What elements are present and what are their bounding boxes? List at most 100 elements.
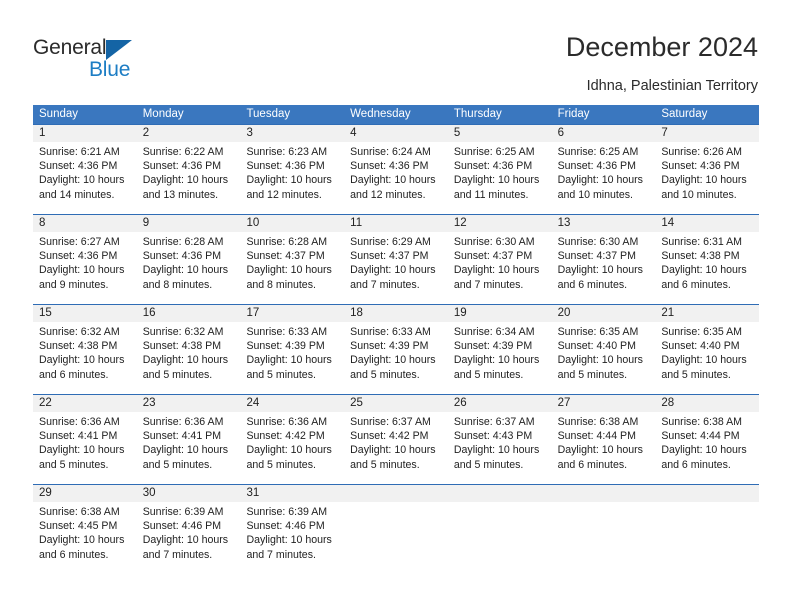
day-details: Sunrise: 6:36 AM Sunset: 4:41 PM Dayligh… (33, 412, 137, 484)
day-details: Sunrise: 6:37 AM Sunset: 4:43 PM Dayligh… (448, 412, 552, 484)
day-cell[interactable]: 28 Sunrise: 6:38 AM Sunset: 4:44 PM Dayl… (655, 394, 760, 484)
daylight-text-line2: and 9 minutes. (39, 278, 109, 291)
day-details: Sunrise: 6:21 AM Sunset: 4:36 PM Dayligh… (33, 142, 137, 214)
day-cell[interactable]: 19 Sunrise: 6:34 AM Sunset: 4:39 PM Dayl… (447, 304, 552, 394)
day-cell[interactable]: 15 Sunrise: 6:32 AM Sunset: 4:38 PM Dayl… (33, 304, 137, 394)
daylight-text-line2: and 12 minutes. (246, 188, 322, 201)
day-cell[interactable]: 9 Sunrise: 6:28 AM Sunset: 4:36 PM Dayli… (136, 214, 241, 304)
weekday-monday: Monday (142, 108, 184, 120)
day-details (655, 502, 759, 574)
sunset-text: Sunset: 4:43 PM (453, 430, 533, 443)
day-cell[interactable]: 21 Sunrise: 6:35 AM Sunset: 4:40 PM Dayl… (655, 304, 760, 394)
day-cell[interactable]: 22 Sunrise: 6:36 AM Sunset: 4:41 PM Dayl… (33, 394, 137, 484)
day-cell[interactable]: 29 Sunrise: 6:38 AM Sunset: 4:45 PM Dayl… (33, 484, 137, 574)
daylight-text-line2: and 5 minutes. (246, 368, 316, 381)
day-cell[interactable]: 31 Sunrise: 6:39 AM Sunset: 4:46 PM Dayl… (240, 484, 345, 574)
day-details: Sunrise: 6:34 AM Sunset: 4:39 PM Dayligh… (448, 322, 552, 394)
daylight-text-line2: and 6 minutes. (557, 278, 628, 291)
daylight-text-line2: and 5 minutes. (39, 458, 109, 471)
sunset-text: Sunset: 4:36 PM (661, 160, 740, 173)
sunset-text: Sunset: 4:40 PM (661, 340, 740, 353)
daylight-text-line1: Daylight: 10 hours (39, 264, 125, 277)
day-cell[interactable]: 14 Sunrise: 6:31 AM Sunset: 4:38 PM Dayl… (655, 214, 760, 304)
sunrise-text: Sunrise: 6:25 AM (453, 146, 535, 158)
calendar-page: General Blue December 2024 Idhna, Palest… (0, 0, 792, 612)
daylight-text-line1: Daylight: 10 hours (557, 354, 643, 367)
sunset-text: Sunset: 4:36 PM (246, 160, 325, 173)
day-number: 24 (240, 395, 345, 412)
daylight-text-line2: and 13 minutes. (142, 188, 219, 201)
day-cell[interactable]: 13 Sunrise: 6:30 AM Sunset: 4:37 PM Dayl… (551, 214, 656, 304)
sunset-text: Sunset: 4:41 PM (142, 430, 222, 443)
sunset-text: Sunset: 4:38 PM (661, 250, 740, 263)
day-cell[interactable]: 8 Sunrise: 6:27 AM Sunset: 4:36 PM Dayli… (33, 214, 137, 304)
day-details: Sunrise: 6:28 AM Sunset: 4:37 PM Dayligh… (240, 232, 344, 304)
sunset-text: Sunset: 4:36 PM (557, 160, 636, 173)
sunset-text: Sunset: 4:46 PM (142, 520, 222, 533)
day-number: 15 (33, 305, 137, 322)
sunrise-text: Sunrise: 6:35 AM (661, 326, 742, 338)
daylight-text-line1: Daylight: 10 hours (350, 354, 436, 367)
calendar-grid: Sunday Monday Tuesday Wednesday Thursday… (33, 105, 760, 574)
day-details: Sunrise: 6:25 AM Sunset: 4:36 PM Dayligh… (552, 142, 656, 214)
daylight-text-line1: Daylight: 10 hours (39, 354, 125, 367)
day-cell[interactable]: 27 Sunrise: 6:38 AM Sunset: 4:44 PM Dayl… (551, 394, 656, 484)
sunrise-text: Sunrise: 6:38 AM (557, 416, 639, 428)
daylight-text-line1: Daylight: 10 hours (142, 534, 229, 547)
day-cell[interactable]: 23 Sunrise: 6:36 AM Sunset: 4:41 PM Dayl… (136, 394, 241, 484)
day-number: 9 (136, 215, 241, 232)
day-number: 7 (655, 125, 760, 142)
daylight-text-line1: Daylight: 10 hours (661, 264, 747, 277)
daylight-text-line1: Daylight: 10 hours (453, 354, 540, 367)
sunset-text: Sunset: 4:45 PM (39, 520, 118, 533)
day-cell[interactable]: 26 Sunrise: 6:37 AM Sunset: 4:43 PM Dayl… (447, 394, 552, 484)
sunset-text: Sunset: 4:37 PM (350, 250, 429, 263)
daylight-text-line1: Daylight: 10 hours (39, 174, 125, 187)
day-details: Sunrise: 6:23 AM Sunset: 4:36 PM Dayligh… (240, 142, 344, 214)
day-number: 4 (344, 125, 448, 142)
day-details (448, 502, 552, 574)
day-cell[interactable]: 6 Sunrise: 6:25 AM Sunset: 4:36 PM Dayli… (551, 124, 656, 214)
day-cell[interactable]: 20 Sunrise: 6:35 AM Sunset: 4:40 PM Dayl… (551, 304, 656, 394)
day-cell[interactable]: 18 Sunrise: 6:33 AM Sunset: 4:39 PM Dayl… (344, 304, 448, 394)
daylight-text-line1: Daylight: 10 hours (142, 444, 229, 457)
day-details: Sunrise: 6:33 AM Sunset: 4:39 PM Dayligh… (240, 322, 344, 394)
day-cell[interactable]: 24 Sunrise: 6:36 AM Sunset: 4:42 PM Dayl… (240, 394, 345, 484)
day-cell[interactable]: 4 Sunrise: 6:24 AM Sunset: 4:36 PM Dayli… (344, 124, 448, 214)
daylight-text-line1: Daylight: 10 hours (246, 264, 332, 277)
day-number: 28 (655, 395, 760, 412)
day-details (344, 502, 448, 574)
daylight-text-line1: Daylight: 10 hours (246, 444, 332, 457)
day-cell-empty (344, 484, 448, 574)
week-row: 29 Sunrise: 6:38 AM Sunset: 4:45 PM Dayl… (33, 484, 760, 574)
day-cell[interactable]: 2 Sunrise: 6:22 AM Sunset: 4:36 PM Dayli… (136, 124, 241, 214)
daylight-text-line2: and 7 minutes. (246, 548, 316, 561)
logo-text-general: General (33, 36, 107, 59)
day-cell[interactable]: 7 Sunrise: 6:26 AM Sunset: 4:36 PM Dayli… (655, 124, 760, 214)
day-cell[interactable]: 3 Sunrise: 6:23 AM Sunset: 4:36 PM Dayli… (240, 124, 345, 214)
day-details: Sunrise: 6:39 AM Sunset: 4:46 PM Dayligh… (137, 502, 241, 574)
daylight-text-line1: Daylight: 10 hours (39, 534, 125, 547)
day-cell[interactable]: 1 Sunrise: 6:21 AM Sunset: 4:36 PM Dayli… (33, 124, 137, 214)
day-number: 1 (33, 125, 137, 142)
sunrise-text: Sunrise: 6:32 AM (142, 326, 224, 338)
daylight-text-line1: Daylight: 10 hours (557, 444, 643, 457)
day-cell[interactable]: 5 Sunrise: 6:25 AM Sunset: 4:36 PM Dayli… (447, 124, 552, 214)
daylight-text-line1: Daylight: 10 hours (453, 174, 540, 187)
day-number: 10 (240, 215, 345, 232)
day-details: Sunrise: 6:39 AM Sunset: 4:46 PM Dayligh… (240, 502, 344, 574)
day-cell[interactable]: 25 Sunrise: 6:37 AM Sunset: 4:42 PM Dayl… (344, 394, 448, 484)
sunrise-text: Sunrise: 6:26 AM (661, 146, 742, 158)
sunset-text: Sunset: 4:36 PM (39, 250, 118, 263)
day-cell[interactable]: 12 Sunrise: 6:30 AM Sunset: 4:37 PM Dayl… (447, 214, 552, 304)
day-cell[interactable]: 11 Sunrise: 6:29 AM Sunset: 4:37 PM Dayl… (344, 214, 448, 304)
daylight-text-line2: and 5 minutes. (661, 368, 731, 381)
day-cell[interactable]: 30 Sunrise: 6:39 AM Sunset: 4:46 PM Dayl… (136, 484, 241, 574)
day-cell[interactable]: 16 Sunrise: 6:32 AM Sunset: 4:38 PM Dayl… (136, 304, 241, 394)
day-cell[interactable]: 10 Sunrise: 6:28 AM Sunset: 4:37 PM Dayl… (240, 214, 345, 304)
weekday-tuesday: Tuesday (246, 108, 291, 120)
day-cell[interactable]: 17 Sunrise: 6:33 AM Sunset: 4:39 PM Dayl… (240, 304, 345, 394)
day-details: Sunrise: 6:24 AM Sunset: 4:36 PM Dayligh… (344, 142, 448, 214)
daylight-text-line1: Daylight: 10 hours (350, 174, 436, 187)
sunrise-text: Sunrise: 6:39 AM (142, 506, 224, 518)
